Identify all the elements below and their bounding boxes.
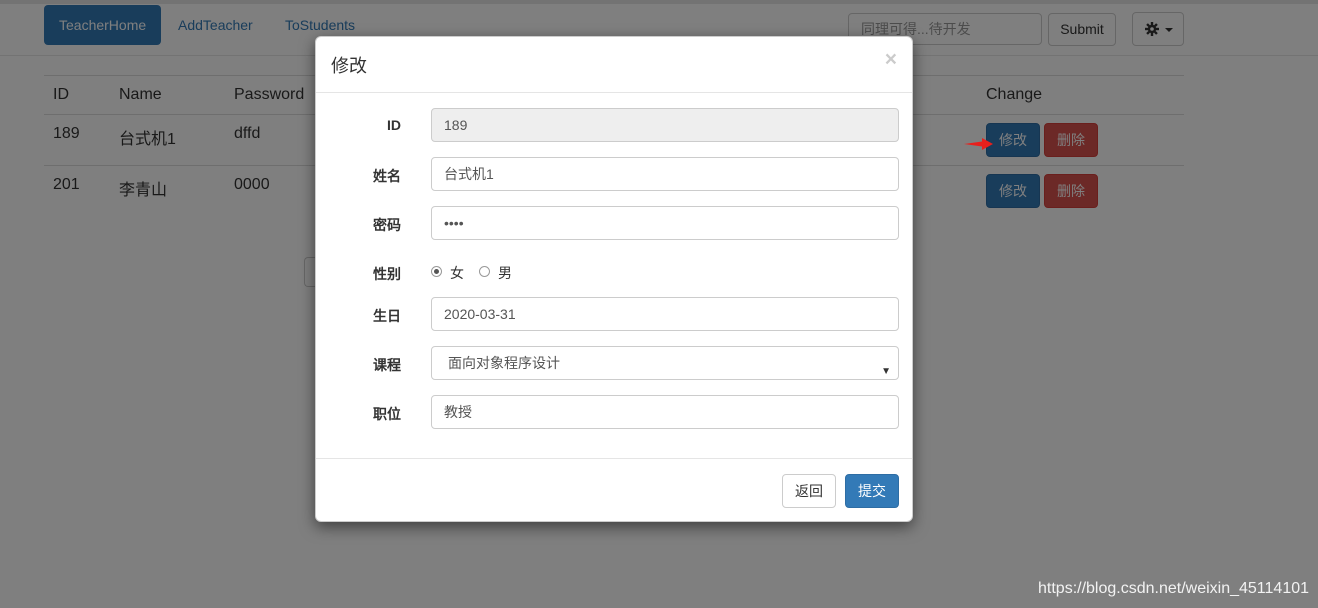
id-field: 189 — [431, 108, 899, 142]
gender-female-radio[interactable] — [431, 266, 442, 277]
modal-footer-divider — [316, 458, 912, 459]
birthday-field[interactable]: 2020-03-31 — [431, 297, 899, 331]
dropdown-arrow-icon: ▼ — [881, 366, 891, 377]
course-select[interactable]: 面向对象程序设计 ▼ — [431, 346, 899, 380]
id-label: ID — [387, 117, 401, 133]
birthday-label: 生日 — [373, 308, 401, 324]
gender-male-radio[interactable] — [479, 266, 490, 277]
gender-female-label: 女 — [450, 265, 464, 281]
edit-teacher-modal: 修改 × ID 189 姓名 台式机1 密码 •••• 性别 女 男 生日 20… — [315, 36, 913, 522]
back-button[interactable]: 返回 — [782, 474, 836, 508]
name-label: 姓名 — [373, 168, 401, 184]
gender-label: 性别 — [373, 266, 401, 282]
password-label: 密码 — [373, 217, 401, 233]
modal-title: 修改 — [331, 56, 367, 76]
watermark-text: https://blog.csdn.net/weixin_45114101 — [1038, 580, 1310, 597]
course-selected-value: 面向对象程序设计 — [448, 355, 560, 371]
position-field[interactable]: 教授 — [431, 395, 899, 429]
submit-button[interactable]: 提交 — [845, 474, 899, 508]
modal-header: 修改 × — [316, 37, 912, 93]
red-arrow-icon — [964, 138, 993, 150]
password-field[interactable]: •••• — [431, 206, 899, 240]
position-label: 职位 — [373, 406, 401, 422]
name-field[interactable]: 台式机1 — [431, 157, 899, 191]
course-label: 课程 — [373, 357, 401, 373]
close-icon[interactable]: × — [885, 49, 897, 70]
gender-male-label: 男 — [498, 265, 512, 281]
